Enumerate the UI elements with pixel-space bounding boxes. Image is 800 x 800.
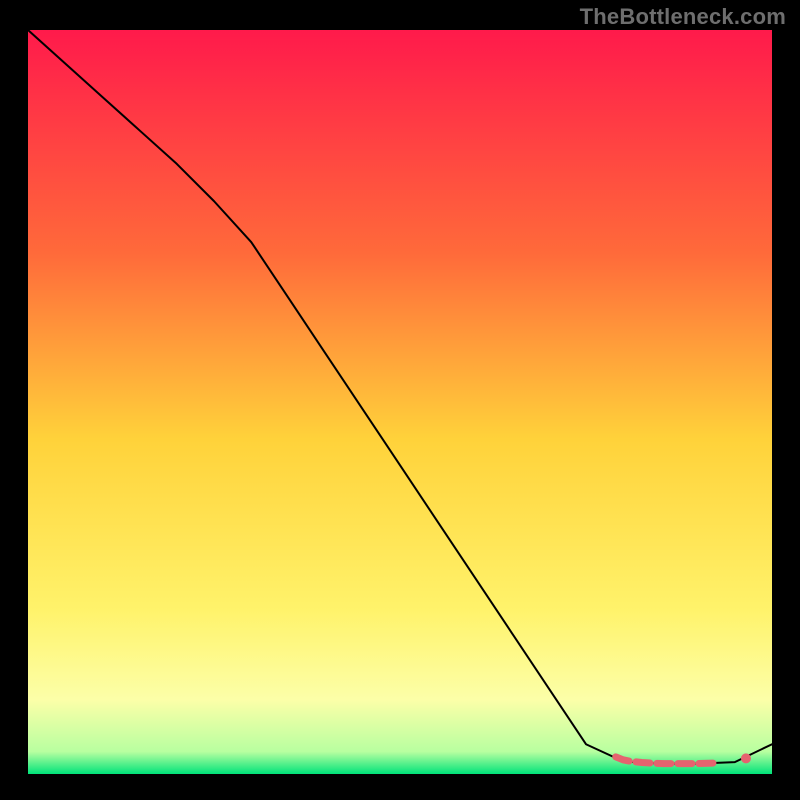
chart-frame: TheBottleneck.com (0, 0, 800, 800)
chart-plot-area (28, 30, 772, 774)
gradient-background (28, 30, 772, 774)
chart-svg (28, 30, 772, 774)
marker-optimal-point (741, 753, 751, 763)
watermark-text: TheBottleneck.com (580, 4, 786, 30)
